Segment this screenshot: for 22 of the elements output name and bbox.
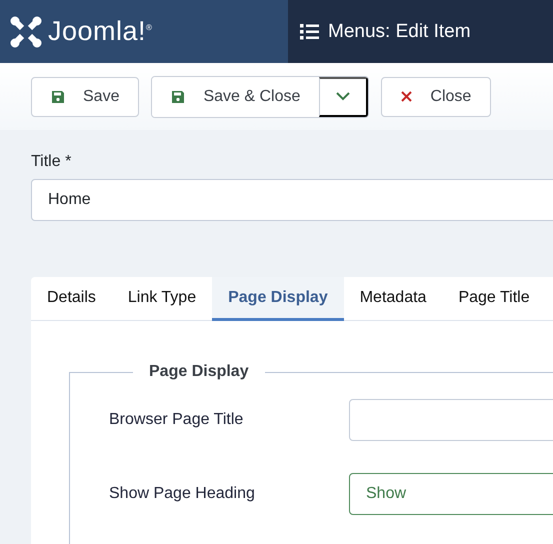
logo-text: Joomla!$^{®}$ — [48, 16, 152, 47]
tab[interactable]: Metadata — [344, 277, 442, 321]
fieldset-legend: Page Display — [133, 363, 265, 381]
save-icon — [171, 90, 186, 104]
select-field[interactable]: Show — [349, 473, 553, 515]
save-icon — [51, 90, 65, 104]
tab[interactable]: Page Display — [212, 277, 344, 321]
close-icon — [401, 91, 412, 102]
page-title: Menus: Edit Item — [328, 20, 471, 42]
chevron-down-icon — [336, 92, 350, 101]
list-icon — [300, 24, 319, 40]
title-field[interactable]: Home — [31, 179, 553, 221]
tab[interactable]: Details — [31, 277, 112, 321]
tab[interactable]: Page Title — [442, 277, 546, 321]
logo-icon — [10, 16, 42, 48]
dropdown-button[interactable] — [319, 76, 368, 116]
save-button[interactable]: Save — [31, 76, 140, 116]
tab[interactable]: Link Type — [112, 277, 212, 321]
field-label: Browser Page Title — [109, 411, 244, 429]
field-label: Show Page Heading — [109, 485, 256, 503]
close-button[interactable]: Close — [381, 76, 492, 116]
title-label: Title * — [31, 153, 72, 171]
